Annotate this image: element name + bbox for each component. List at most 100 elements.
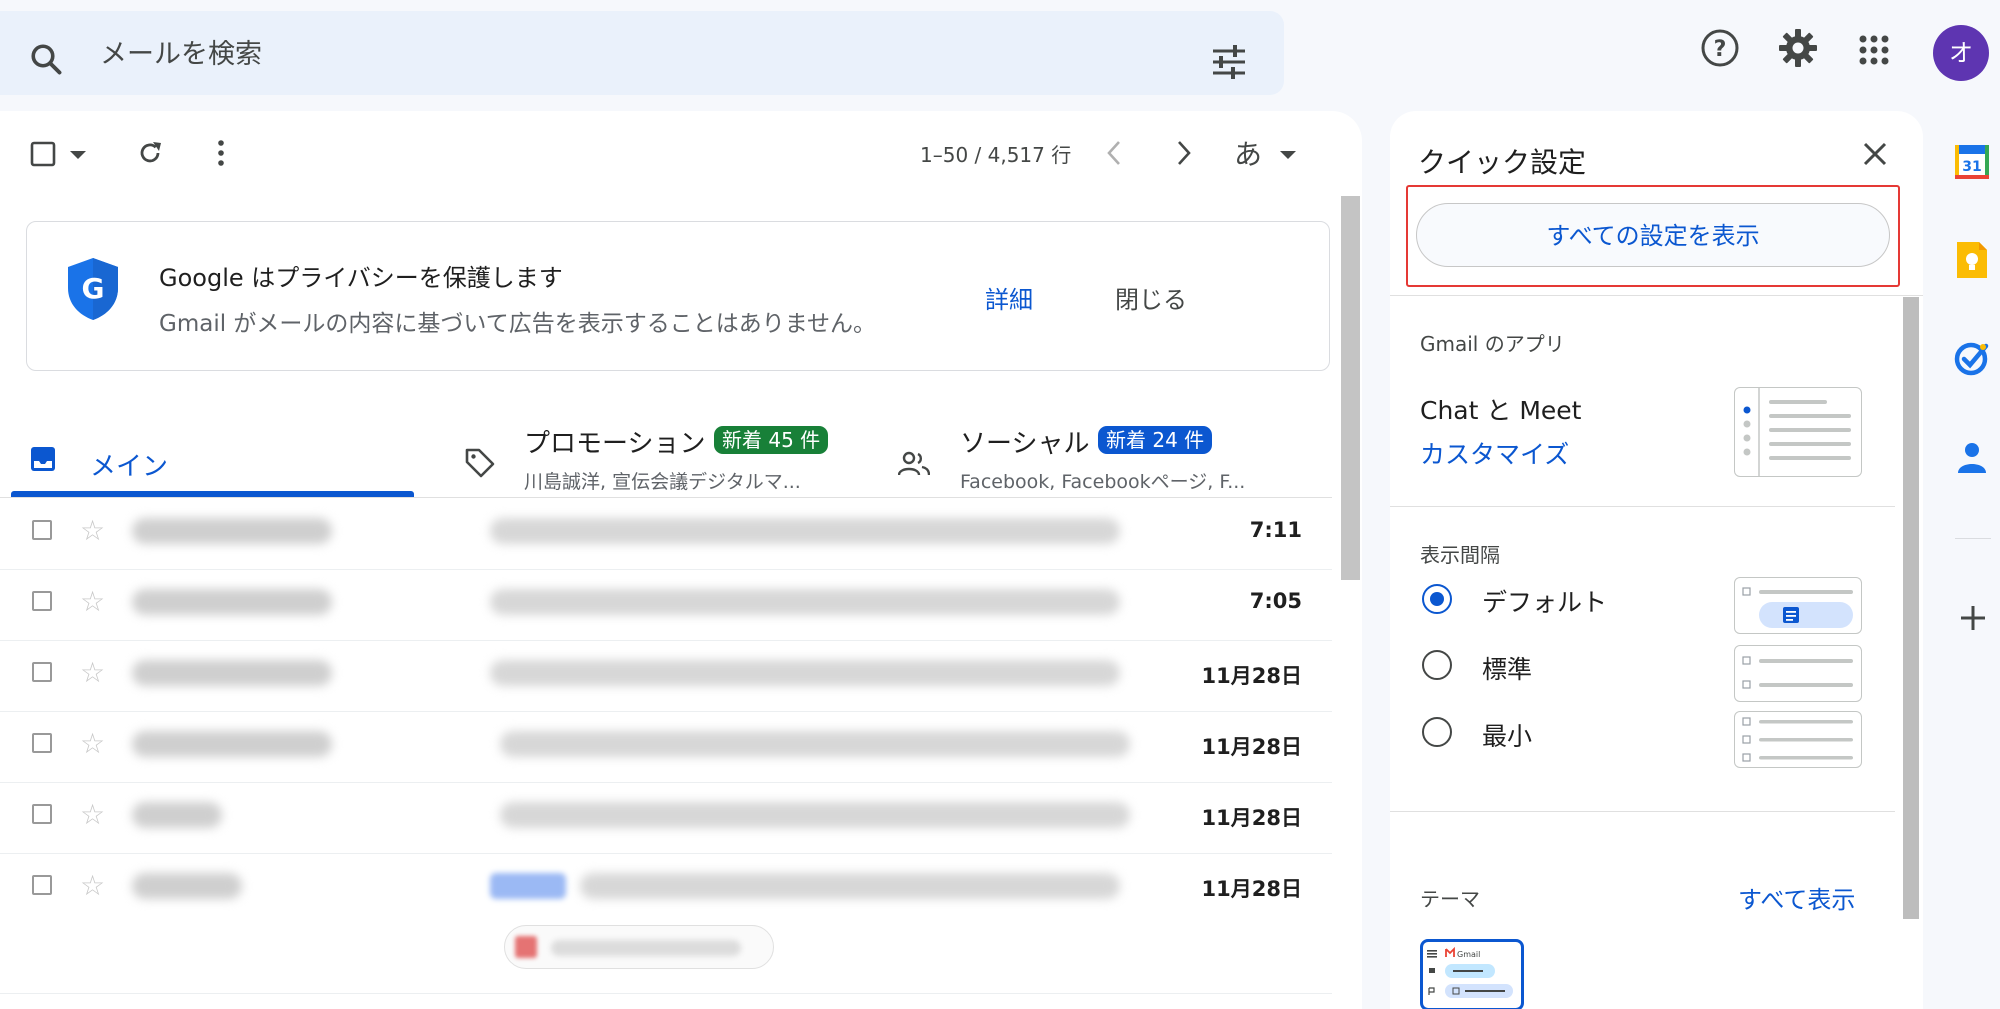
quick-settings-header-divider: [1390, 295, 1923, 296]
chat-meet-layout-thumbnail: [1734, 387, 1862, 477]
star-icon[interactable]: ☆: [80, 730, 105, 758]
theme-section-label: テーマ: [1420, 887, 1480, 911]
tab-social[interactable]: ソーシャル 新着 24 件 Facebook, Facebookページ, F..…: [880, 409, 1320, 507]
apps-grid-icon[interactable]: [1858, 34, 1890, 66]
star-icon[interactable]: ☆: [80, 801, 105, 829]
section-divider: [1390, 506, 1895, 507]
apps-section-label: Gmail のアプリ: [1420, 332, 1565, 356]
email-row[interactable]: ☆ 7:11: [0, 498, 1332, 570]
density-comfortable-radio[interactable]: [1422, 650, 1452, 680]
see-all-settings-button[interactable]: すべての設定を表示: [1416, 203, 1890, 267]
row-time: 11月28日: [1201, 877, 1302, 901]
quick-settings-title: クイック設定: [1418, 146, 1587, 179]
attachment-name-redacted: [551, 940, 741, 956]
privacy-description: Gmail がメールの内容に基づいて広告を表示することはありません。: [159, 311, 877, 337]
keep-icon[interactable]: [1954, 241, 1990, 279]
quick-settings-panel: クイック設定 すべての設定を表示 Gmail のアプリ Chat と Meet …: [1390, 111, 1923, 1009]
search-icon[interactable]: [28, 41, 64, 77]
side-panel-divider: [1955, 538, 1991, 539]
email-row[interactable]: ☆ 11月28日: [0, 782, 1332, 854]
tasks-icon[interactable]: [1954, 340, 1990, 376]
calendar-icon[interactable]: 31: [1954, 142, 1990, 180]
refresh-icon[interactable]: [136, 139, 164, 167]
sender-redacted: [132, 660, 332, 686]
tab-social-senders: Facebook, Facebookページ, F...: [960, 471, 1246, 493]
density-comfortable-thumbnail: [1734, 645, 1862, 702]
density-compact-label[interactable]: 最小: [1482, 717, 1532, 753]
sender-redacted: [132, 518, 332, 544]
theme-default-thumbnail[interactable]: Gmail: [1420, 939, 1524, 1009]
privacy-notice-card: G Google はプライバシーを保護します Gmail がメールの内容に基づい…: [26, 221, 1330, 371]
density-default-radio[interactable]: [1422, 584, 1452, 614]
svg-text:31: 31: [1962, 159, 1981, 175]
search-options-icon[interactable]: [1211, 45, 1247, 79]
search-input[interactable]: [98, 31, 902, 77]
prev-page-icon[interactable]: [1106, 140, 1122, 166]
row-time: 7:05: [1249, 589, 1302, 613]
subject-redacted: [490, 660, 1120, 686]
tab-promotions-label: プロモーション: [524, 429, 706, 459]
select-dropdown-caret-icon[interactable]: [70, 151, 86, 161]
tab-promotions-senders: 川島誠洋, 宣伝会議デジタルマ...: [524, 471, 801, 493]
social-new-badge: 新着 24 件: [1098, 426, 1213, 454]
tab-promotions[interactable]: プロモーション 新着 45 件 川島誠洋, 宣伝会議デジタルマ...: [440, 409, 880, 507]
subject-redacted: [500, 802, 1130, 828]
page-count: 1–50 / 4,517 行: [920, 143, 1072, 167]
help-icon[interactable]: ?: [1700, 28, 1740, 68]
section-divider: [1390, 811, 1895, 812]
close-icon[interactable]: [1862, 141, 1888, 167]
theme-thumb-brand: Gmail: [1457, 950, 1480, 959]
star-icon[interactable]: ☆: [80, 588, 105, 616]
star-icon[interactable]: ☆: [80, 872, 105, 900]
subject-redacted: [580, 873, 1120, 899]
more-vertical-icon[interactable]: [216, 139, 226, 167]
row-checkbox[interactable]: [32, 804, 52, 824]
theme-show-all-link[interactable]: すべて表示: [1738, 880, 1855, 915]
density-compact-radio[interactable]: [1422, 717, 1452, 747]
row-checkbox[interactable]: [32, 662, 52, 682]
subject-redacted: [490, 589, 1120, 615]
pdf-file-icon: [515, 936, 537, 958]
tag-icon: [464, 447, 496, 479]
row-time: 11月28日: [1201, 735, 1302, 759]
search-bar: [0, 11, 1284, 95]
input-tools-button[interactable]: あ: [1234, 133, 1262, 173]
svg-text:?: ?: [1714, 37, 1727, 62]
density-comfortable-label[interactable]: 標準: [1482, 650, 1532, 686]
row-checkbox[interactable]: [32, 520, 52, 540]
privacy-dismiss-button[interactable]: 閉じる: [1115, 280, 1187, 315]
star-icon[interactable]: ☆: [80, 659, 105, 687]
sender-redacted: [132, 802, 222, 828]
mail-list-panel: 1–50 / 4,517 行 あ G Google はプライバシーを保護します …: [0, 111, 1362, 1009]
privacy-details-link[interactable]: 詳細: [985, 280, 1033, 315]
add-icon[interactable]: [1959, 604, 1987, 632]
next-page-icon[interactable]: [1176, 140, 1192, 166]
email-row[interactable]: ☆ 11月28日: [0, 711, 1332, 783]
row-checkbox[interactable]: [32, 733, 52, 753]
attachment-chip[interactable]: [504, 925, 774, 969]
mail-scrollbar-thumb[interactable]: [1341, 196, 1360, 580]
email-row[interactable]: ☆ 7:05: [0, 569, 1332, 641]
apps-customize-link[interactable]: カスタマイズ: [1420, 435, 1569, 471]
email-row[interactable]: ☆ 11月28日: [0, 853, 1332, 994]
apps-name: Chat と Meet: [1420, 396, 1582, 425]
sender-redacted: [132, 873, 242, 899]
row-time: 11月28日: [1201, 806, 1302, 830]
row-checkbox[interactable]: [32, 875, 52, 895]
avatar[interactable]: オ: [1933, 25, 1989, 81]
promotions-new-badge: 新着 45 件: [714, 426, 829, 454]
row-time: 11月28日: [1201, 664, 1302, 688]
density-default-label[interactable]: デフォルト: [1482, 583, 1607, 619]
select-all-checkbox[interactable]: [30, 141, 56, 167]
settings-gear-icon[interactable]: [1778, 28, 1818, 68]
star-icon[interactable]: ☆: [80, 517, 105, 545]
input-tools-caret-icon[interactable]: [1280, 151, 1296, 161]
privacy-title: Google はプライバシーを保護します: [159, 264, 563, 292]
quick-settings-scrollbar-thumb[interactable]: [1903, 297, 1919, 919]
email-row[interactable]: ☆ 11月28日: [0, 640, 1332, 712]
contacts-icon[interactable]: [1954, 439, 1990, 475]
tab-main-label: メイン: [90, 452, 169, 482]
sender-redacted: [132, 589, 332, 615]
row-checkbox[interactable]: [32, 591, 52, 611]
sender-redacted: [132, 731, 332, 757]
